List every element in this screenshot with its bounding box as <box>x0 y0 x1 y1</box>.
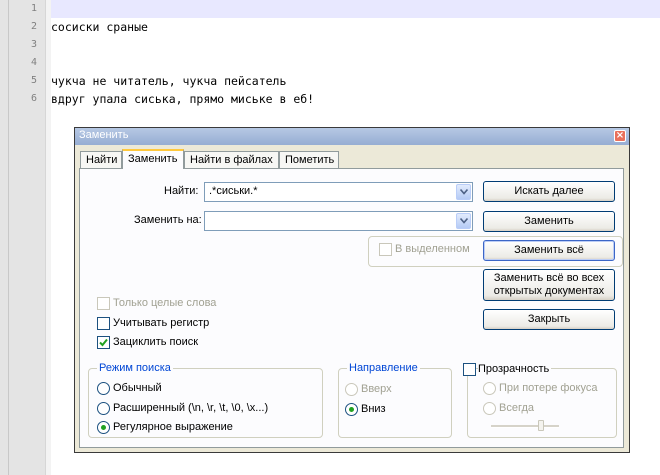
search-mode-regex-radio[interactable] <box>97 421 110 434</box>
match-case-checkbox[interactable] <box>97 317 110 330</box>
search-mode-extended-radio[interactable] <box>97 402 110 415</box>
in-selection-checkbox[interactable] <box>379 243 392 256</box>
transparency-checkbox[interactable] <box>463 363 476 376</box>
transparency-on-lose-focus-label: При потере фокуса <box>499 382 598 394</box>
transparency-slider-track[interactable] <box>491 425 559 428</box>
transparency-always-radio[interactable] <box>483 402 496 415</box>
find-input-value[interactable]: .*сиськи.* <box>209 185 258 197</box>
replace-all-button[interactable]: Заменить всё <box>483 240 615 261</box>
replace-all-open-docs-line2: открытых документах <box>493 285 605 297</box>
replace-dialog: Заменить × Найти Заменить Найти в файлах… <box>74 127 630 453</box>
find-label: Найти: <box>164 185 199 197</box>
checkmark-icon <box>99 338 108 347</box>
line-number: 5 <box>30 75 37 86</box>
tab-replace[interactable]: Заменить <box>122 149 184 169</box>
wrap-around-checkbox[interactable] <box>97 336 110 349</box>
replace-combobox[interactable] <box>204 211 473 231</box>
search-mode-extended-label: Расширенный (\n, \r, \t, \0, \x...) <box>113 402 269 414</box>
whole-word-checkbox[interactable] <box>97 297 110 310</box>
whole-word-label: Только целые слова <box>113 297 217 309</box>
in-selection-label: В выделенном <box>395 243 470 255</box>
radio-selected-dot <box>349 407 354 412</box>
editor-line-current[interactable] <box>51 0 660 18</box>
line-number: 4 <box>30 57 37 68</box>
line-number: 3 <box>30 39 37 50</box>
direction-down-label: Вниз <box>361 403 386 415</box>
find-next-button[interactable]: Искать далее <box>483 181 615 202</box>
tab-find[interactable]: Найти <box>80 151 122 168</box>
find-dropdown-button[interactable] <box>456 184 471 200</box>
chevron-down-icon <box>460 218 468 224</box>
radio-selected-dot <box>101 425 106 430</box>
replace-button[interactable]: Заменить <box>483 211 615 232</box>
line-number: 6 <box>30 93 37 104</box>
replace-label: Заменить на: <box>134 214 202 226</box>
editor-line[interactable]: вдруг упала сиська, прямо миське в еб! <box>51 90 660 108</box>
dialog-titlebar[interactable]: Заменить × <box>75 128 629 145</box>
editor-line[interactable] <box>51 36 660 54</box>
dialog-title: Заменить <box>79 129 129 141</box>
direction-up-radio[interactable] <box>345 383 358 396</box>
tab-find-in-files[interactable]: Найти в файлах <box>184 151 279 168</box>
editor-line[interactable]: сосиски сраные <box>51 18 660 36</box>
wrap-around-label: Зациклить поиск <box>113 336 199 348</box>
close-button[interactable]: Закрыть <box>483 309 615 330</box>
line-number: 2 <box>30 21 37 32</box>
editor-line[interactable]: чукча не читатель, чукча пейсатель <box>51 72 660 90</box>
replace-all-open-docs-button[interactable]: Заменить всё во всех открытых документах <box>483 269 615 301</box>
direction-group: Направление <box>338 362 452 438</box>
search-mode-regex-label: Регулярное выражение <box>113 421 233 433</box>
replace-dropdown-button[interactable] <box>456 213 471 229</box>
search-mode-normal-radio[interactable] <box>97 382 110 395</box>
transparency-label: Прозрачность <box>478 363 552 375</box>
tab-mark[interactable]: Пометить <box>279 151 339 168</box>
line-number: 1 <box>30 3 37 14</box>
replace-tab-panel: Найти: .*сиськи.* Заменить на: В выделен… <box>79 168 624 448</box>
editor-line[interactable] <box>51 54 660 72</box>
transparency-slider-thumb[interactable] <box>538 420 544 431</box>
match-case-label: Учитывать регистр <box>113 317 210 329</box>
left-edge <box>0 0 9 475</box>
chevron-down-icon <box>460 189 468 195</box>
search-mode-normal-label: Обычный <box>113 382 162 394</box>
direction-legend: Направление <box>347 362 420 374</box>
find-combobox[interactable]: .*сиськи.* <box>204 182 473 202</box>
search-mode-legend: Режим поиска <box>97 362 173 374</box>
transparency-always-label: Всегда <box>499 402 535 414</box>
replace-all-open-docs-line1: Заменить всё во всех <box>493 272 605 284</box>
close-icon[interactable]: × <box>614 130 626 142</box>
direction-down-radio[interactable] <box>345 403 358 416</box>
transparency-on-lose-focus-radio[interactable] <box>483 382 496 395</box>
direction-up-label: Вверх <box>361 383 392 395</box>
